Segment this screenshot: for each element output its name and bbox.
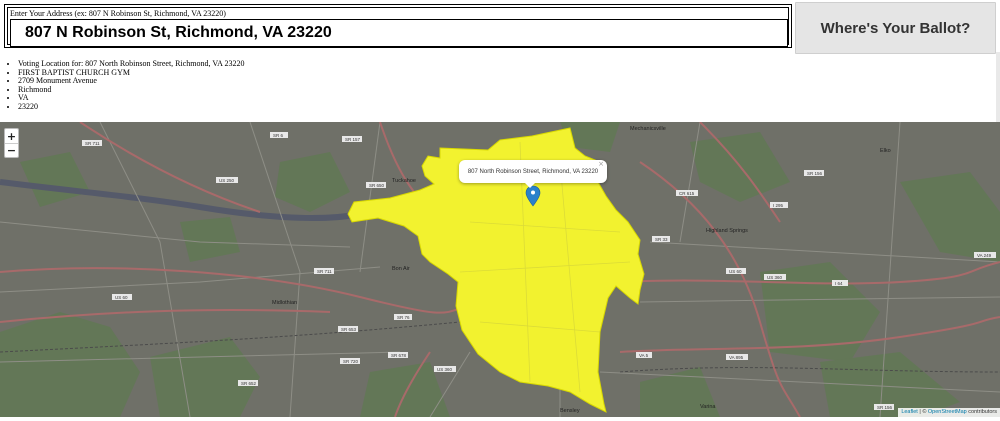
place-label: Elko — [880, 148, 891, 154]
svg-text:VA 895: VA 895 — [729, 355, 744, 360]
address-form: Enter Your Address (ex: 807 N Robinson S… — [4, 4, 792, 48]
place-label: Varina — [700, 404, 716, 410]
address-input[interactable] — [10, 19, 788, 47]
svg-text:SR 652: SR 652 — [241, 381, 257, 386]
list-item: VA — [18, 94, 244, 103]
zoom-out-button[interactable]: − — [5, 143, 18, 157]
place-label: Midlothian — [272, 300, 297, 306]
place-label: Bon Air — [392, 266, 410, 272]
popup-tip — [525, 183, 535, 188]
attribution-contributors: contributors — [966, 409, 997, 415]
svg-text:SR 156: SR 156 — [877, 405, 893, 410]
zoom-in-button[interactable]: + — [5, 129, 18, 143]
svg-text:US 360: US 360 — [437, 367, 453, 372]
leaflet-link[interactable]: Leaflet — [901, 409, 918, 415]
address-fieldset: Enter Your Address (ex: 807 N Robinson S… — [7, 7, 789, 47]
svg-text:SR 711: SR 711 — [85, 141, 100, 146]
svg-text:SR 76: SR 76 — [397, 315, 410, 320]
list-item: 2709 Monument Avenue — [18, 77, 244, 86]
svg-text:US 60: US 60 — [729, 269, 742, 274]
svg-text:VA 249: VA 249 — [977, 253, 992, 258]
svg-text:SR 653: SR 653 — [341, 327, 357, 332]
svg-text:SR 157: SR 157 — [345, 137, 361, 142]
page-bottom — [0, 417, 1000, 421]
map[interactable]: Tuckahoe Highland Springs Bon Air Midlot… — [0, 122, 1000, 417]
svg-text:SR 6: SR 6 — [273, 133, 284, 138]
svg-text:SR 156: SR 156 — [807, 171, 823, 176]
voting-location-list: Voting Location for: 807 North Robinson … — [8, 59, 244, 112]
popup-close-icon[interactable]: × — [598, 161, 604, 168]
svg-text:US 360: US 360 — [767, 275, 783, 280]
place-label: Mechanicsville — [630, 126, 666, 132]
railway — [619, 367, 1000, 373]
svg-text:I 64: I 64 — [835, 281, 843, 286]
svg-text:SR 650: SR 650 — [369, 183, 385, 188]
popup-address: 807 North Robinson Street, Richmond, VA … — [467, 169, 599, 175]
svg-text:VA 5: VA 5 — [639, 353, 649, 358]
marker-popup: × 807 North Robinson Street, Richmond, V… — [459, 160, 607, 188]
scroll-edge — [996, 52, 1000, 122]
attribution-separator: | © — [917, 409, 928, 415]
place-label: Highland Springs — [706, 228, 748, 234]
place-label: Tuckahoe — [392, 178, 416, 184]
list-item: 23220 — [18, 102, 244, 112]
openstreetmap-link[interactable]: OpenStreetMap — [928, 409, 967, 415]
map-attribution: Leaflet | © OpenStreetMap contributors — [898, 408, 1000, 417]
address-label: Enter Your Address (ex: 807 N Robinson S… — [10, 9, 226, 18]
svg-text:I 295: I 295 — [773, 203, 784, 208]
svg-text:SR 33: SR 33 — [655, 237, 668, 242]
list-item: Richmond — [18, 85, 244, 95]
svg-text:US 250: US 250 — [219, 178, 235, 183]
place-label: Bensley — [560, 408, 580, 414]
svg-text:US 60: US 60 — [115, 295, 128, 300]
svg-text:SR 711: SR 711 — [317, 269, 332, 274]
svg-text:CR 615: CR 615 — [679, 191, 695, 196]
zoom-control: + − — [4, 128, 19, 158]
svg-text:SR 720: SR 720 — [343, 359, 359, 364]
wheres-your-ballot-button[interactable]: Where's Your Ballot? — [795, 2, 996, 54]
svg-text:SR 678: SR 678 — [391, 353, 407, 358]
